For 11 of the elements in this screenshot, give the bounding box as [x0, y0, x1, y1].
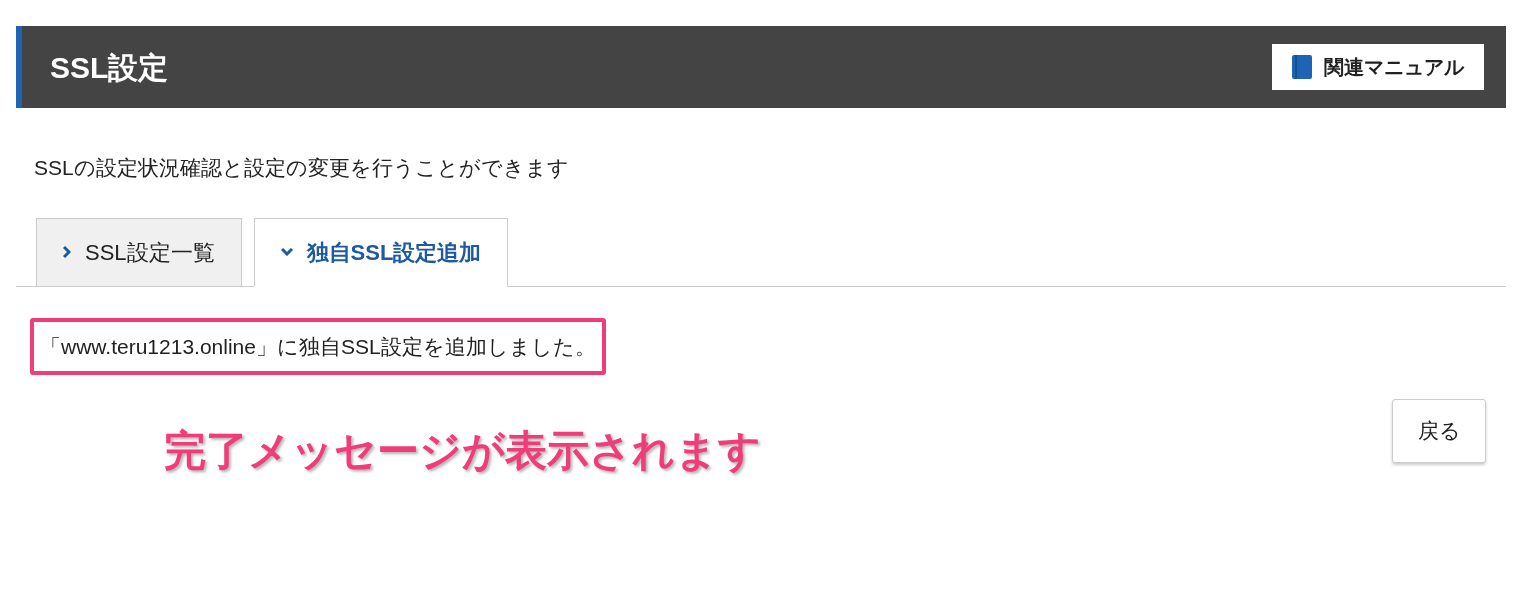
book-icon [1292, 55, 1312, 79]
chevron-down-icon [280, 248, 293, 256]
description-text: SSLの設定状況確認と設定の変更を行うことができます [34, 156, 569, 179]
annotation-text: 完了メッセージが表示されます [164, 426, 761, 476]
page-title: SSL設定 [50, 49, 169, 86]
back-button[interactable]: 戻る [1392, 399, 1486, 463]
tab[interactable]: SSL設定一覧 [36, 217, 242, 286]
success-message: 「www.teru1213.online」に独自SSL設定を追加しました。 [30, 317, 606, 375]
chevron-right-icon [63, 246, 71, 258]
tab[interactable]: 独自SSL設定追加 [253, 217, 509, 287]
manual-button[interactable]: 関連マニュアル [1272, 44, 1484, 90]
